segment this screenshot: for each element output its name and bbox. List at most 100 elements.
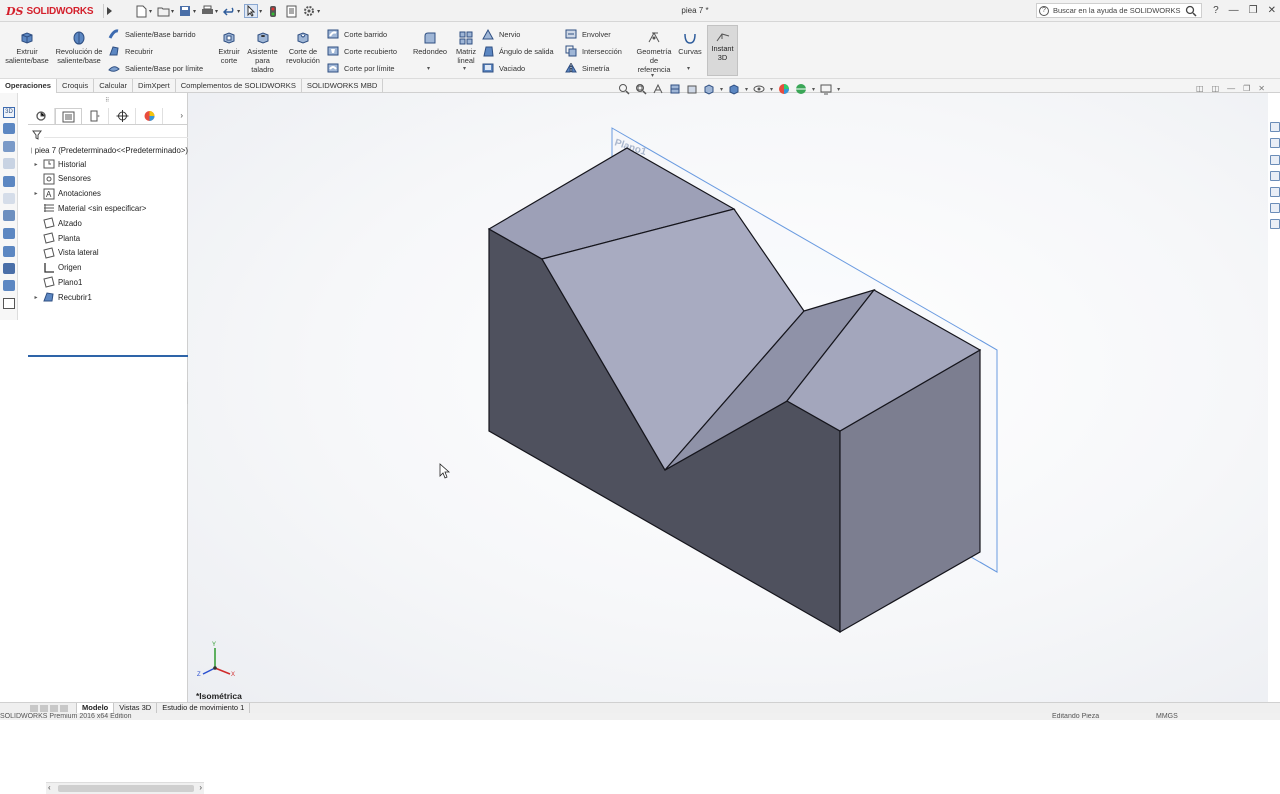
menu-expand-icon[interactable] [103,4,113,18]
rollback-bar[interactable] [28,355,188,357]
tab-croquis[interactable]: Croquis [57,79,95,93]
sheet-metal-icon[interactable] [3,228,15,239]
new-document-icon[interactable] [134,4,148,18]
expand-arrow-icon[interactable]: ▸ [32,161,40,168]
solid-icon[interactable] [3,280,15,291]
scrollbar-thumb[interactable] [58,785,194,792]
edit-appearance-icon[interactable] [778,83,790,95]
part-icon[interactable] [3,123,15,134]
swept-cut-button[interactable]: Corte barrido [327,27,387,41]
hide-show-items-icon[interactable] [753,83,765,95]
reference-dropdown-icon[interactable]: ▾ [651,72,654,79]
chevron-down-icon[interactable]: ▾ [193,8,196,15]
rebuild-icon[interactable] [266,4,280,18]
fillet-button[interactable]: Redondeo [410,30,450,56]
tree-item-recubrir1[interactable]: ▸ Recubrir1 [32,290,92,304]
display-style-icon[interactable] [728,83,740,95]
weldment-icon[interactable] [3,263,15,274]
solidworks-forum-icon[interactable] [1270,219,1280,229]
fillet-dropdown-icon[interactable]: ▾ [427,65,430,72]
viewport-minimize-button[interactable]: — [1227,84,1235,93]
sketch-tools-icon[interactable] [3,298,15,309]
tab-dimxpert[interactable]: DimXpert [133,79,176,93]
configuration-manager-tab[interactable] [82,108,109,124]
tree-item-material-sin-especificar[interactable]: Material <sin especificar> [32,201,146,215]
zoom-to-fit-icon[interactable] [618,83,630,95]
boundary-boss-button[interactable]: Saliente/Base por límite [108,61,203,75]
body-icon[interactable] [3,176,15,187]
chevron-right-icon[interactable]: › [180,111,183,120]
bottom-tab-vistas-3d[interactable]: Vistas 3D [114,702,158,714]
viewport-restore-button[interactable]: ❐ [1243,84,1250,93]
options-icon[interactable] [302,4,316,18]
extrude-cut-button[interactable]: Extruir corte [214,30,244,65]
revolve-boss-button[interactable]: Revolución de saliente/base [54,30,104,65]
apply-scene-icon[interactable] [795,83,807,95]
curves-button[interactable]: Curvas [676,30,704,56]
minimize-button[interactable]: — [1229,5,1239,16]
feature-icon[interactable] [3,141,15,152]
open-icon[interactable] [156,4,170,18]
swept-boss-button[interactable]: Saliente/Base barrido [108,27,196,41]
view-orientation-icon[interactable] [703,83,715,95]
tree-item-vista-lateral[interactable]: Vista lateral [32,246,99,260]
instant3d-button[interactable]: Instant 3D [707,25,738,76]
dimxpert-manager-tab[interactable] [109,108,136,124]
custom-properties-icon[interactable] [1270,203,1280,213]
tree-item-planta[interactable]: Planta [32,231,80,245]
tab-operaciones[interactable]: Operaciones [0,79,58,93]
solidworks-logo[interactable]: DS SOLIDWORKS [6,3,94,19]
chevron-down-icon[interactable]: ▾ [745,86,748,93]
zoom-to-area-icon[interactable] [635,83,647,95]
viewport-split-icon[interactable]: ◫ [1196,84,1204,93]
undo-icon[interactable] [222,4,236,18]
mold-icon[interactable] [3,246,15,257]
file-properties-icon[interactable] [284,4,298,18]
hole-wizard-button[interactable]: Asistente para taladro [245,30,280,74]
lofted-cut-button[interactable]: Corte recubierto [327,44,397,58]
linear-pattern-button[interactable]: Matriz lineal [452,30,480,65]
chevron-down-icon[interactable]: ▾ [237,8,240,15]
surface-icon[interactable] [3,210,15,221]
close-button[interactable]: ✕ [1268,5,1276,16]
chevron-down-icon[interactable]: ▾ [171,8,174,15]
chevron-down-icon[interactable]: ▾ [837,86,840,93]
tree-item-origen[interactable]: Origen [32,261,81,275]
pattern-dropdown-icon[interactable]: ▾ [463,65,466,72]
tree-item-anotaciones[interactable]: ▸ A Anotaciones [32,187,101,201]
chevron-down-icon[interactable]: ▾ [215,8,218,15]
intersect-button[interactable]: Intersección [565,44,622,58]
tree-item-historial[interactable]: ▸ Historial [32,157,86,171]
bottom-tab-modelo[interactable]: Modelo [76,702,115,714]
wrap-button[interactable]: Envolver [565,27,611,41]
mirror-button[interactable]: Simetría [565,61,610,75]
section-view-icon[interactable] [669,83,681,95]
scroll-right-icon[interactable]: › [199,783,202,792]
chevron-down-icon[interactable]: ▾ [259,8,262,15]
reference-geometry-button[interactable]: Geometría de referencia [634,30,674,74]
draft-button[interactable]: Ángulo de salida [482,44,554,58]
help-search-placeholder[interactable]: Buscar en la ayuda de SOLIDWORKS [1053,6,1181,15]
solidworks-resources-icon[interactable] [1270,122,1280,132]
view-palette-icon[interactable] [1270,171,1280,181]
chevron-down-icon[interactable]: ▾ [149,8,152,15]
tree-item-alzado[interactable]: Alzado [32,216,82,230]
tab-scroll-arrows[interactable] [0,703,76,713]
viewport-close-button[interactable]: ✕ [1258,84,1265,93]
3d-sketch-icon[interactable]: 3D [3,107,15,118]
help-search-box[interactable]: ? Buscar en la ayuda de SOLIDWORKS [1036,3,1202,18]
shell-button[interactable]: Vaciado [482,61,525,75]
file-explorer-icon[interactable] [1270,155,1280,165]
search-icon[interactable] [1185,5,1197,19]
panel-horizontal-scrollbar[interactable]: ‹ › [46,782,204,794]
status-units-text[interactable]: MMGS [1156,713,1178,720]
viewport-link-icon[interactable]: ◫ [1212,84,1220,93]
chevron-down-icon[interactable]: ▾ [770,86,773,93]
previous-view-icon[interactable] [652,83,664,95]
help-menu-button[interactable]: ? [1213,5,1219,16]
loft-button[interactable]: Recubrir [108,44,153,58]
graphics-area[interactable]: Plano1 Y X Z [188,93,1268,703]
feature-manager-tab[interactable] [28,108,55,124]
select-icon[interactable] [244,4,259,18]
display-manager-tab[interactable] [136,108,163,124]
